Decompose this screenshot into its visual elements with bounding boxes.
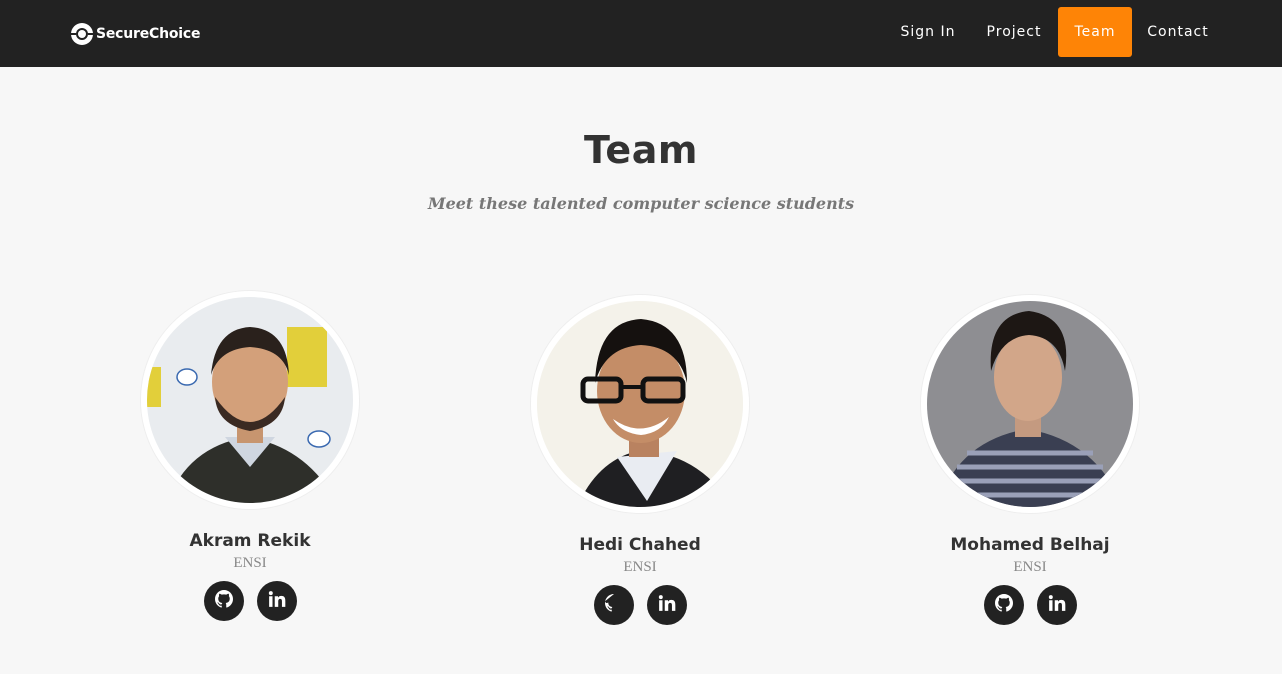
nav-sign-in[interactable]: Sign In xyxy=(888,7,968,57)
member-name: Akram Rekik xyxy=(189,531,311,551)
linkedin-button[interactable] xyxy=(256,581,297,621)
github-button[interactable] xyxy=(203,581,244,621)
brand-name: SecureChoice xyxy=(96,26,201,42)
nav-team[interactable]: Team xyxy=(1058,7,1132,57)
team-member-card: Hedi Chahed ENSI xyxy=(490,291,790,625)
github-icon xyxy=(994,593,1013,617)
section-title: Team xyxy=(584,128,698,172)
linkedin-button[interactable] xyxy=(1036,585,1077,625)
team-member-card: Akram Rekik ENSI xyxy=(100,291,400,621)
linkedin-icon xyxy=(1048,594,1066,617)
github-button[interactable] xyxy=(593,585,634,625)
team-member-card: Mohamed Belhaj ENSI xyxy=(880,291,1180,625)
circle-logo-icon xyxy=(70,22,94,46)
github-button[interactable] xyxy=(983,585,1024,625)
nav-project[interactable]: Project xyxy=(974,7,1054,57)
member-name: Mohamed Belhaj xyxy=(950,535,1110,555)
member-socials xyxy=(100,581,400,621)
navbar: SecureChoice Sign In Project Team Contac… xyxy=(0,0,1282,67)
nav-contact[interactable]: Contact xyxy=(1138,7,1218,57)
member-socials xyxy=(490,585,790,625)
github-icon xyxy=(214,589,233,613)
linkedin-button[interactable] xyxy=(646,585,687,625)
section-subtitle: Meet these talented computer science stu… xyxy=(427,194,855,213)
brand-link[interactable]: SecureChoice xyxy=(70,22,200,46)
linkedin-icon xyxy=(268,590,286,613)
member-school: ENSI xyxy=(623,559,657,575)
member-school: ENSI xyxy=(1013,559,1047,575)
linkedin-icon xyxy=(658,594,676,617)
member-name: Hedi Chahed xyxy=(579,535,701,555)
member-photo xyxy=(531,295,749,513)
member-photo xyxy=(921,295,1139,513)
member-photo xyxy=(141,291,359,509)
member-school: ENSI xyxy=(233,555,267,571)
github-icon xyxy=(602,593,623,617)
member-socials xyxy=(880,585,1180,625)
